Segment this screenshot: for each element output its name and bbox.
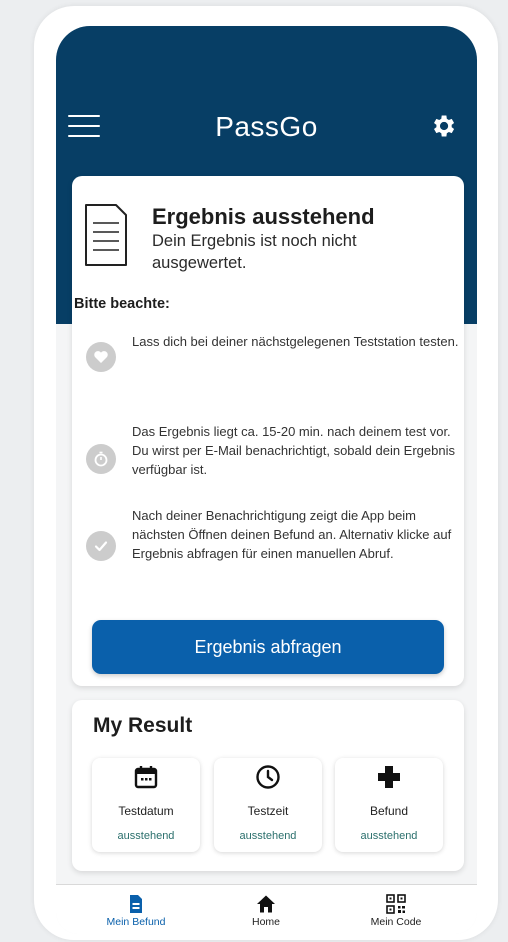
- finding-tile[interactable]: Befund ausstehend: [335, 758, 443, 852]
- stopwatch-icon: [86, 444, 116, 474]
- notice-heading: Bitte beachte:: [74, 296, 170, 312]
- nav-label: Home: [251, 916, 280, 928]
- home-icon: [257, 895, 275, 913]
- bottom-navigation: Mein Befund Home Mein Code: [56, 884, 477, 934]
- status-subtitle: Dein Ergebnis ist noch nicht ausgewertet…: [152, 232, 357, 272]
- checkmark-icon: [86, 531, 116, 561]
- status-title: Ergebnis ausstehend: [152, 204, 375, 229]
- nav-label: Mein Code: [370, 916, 422, 928]
- qr-code-icon: [386, 894, 406, 914]
- my-result-title: My Result: [93, 714, 193, 737]
- app-screen: PassGo Ergebnis ausstehend Dein Ergebnis…: [56, 26, 477, 934]
- calendar-icon: [134, 766, 158, 789]
- phone-frame: PassGo Ergebnis ausstehend Dein Ergebnis…: [34, 6, 498, 940]
- document-nav-icon: [130, 895, 142, 913]
- plus-cross-icon: [378, 766, 400, 788]
- gear-icon[interactable]: [429, 112, 457, 140]
- tile-label: Befund: [369, 804, 409, 818]
- tip-text: Das Ergebnis liegt ca. 15-20 min. nach d…: [132, 424, 455, 477]
- tile-label: Testzeit: [247, 804, 289, 818]
- nav-item-home[interactable]: Home: [211, 885, 321, 934]
- tile-label: Testdatum: [118, 804, 174, 818]
- tile-value: ausstehend: [117, 830, 175, 842]
- tile-value: ausstehend: [360, 830, 418, 842]
- tip-text: Lass dich bei deiner nächstgelegenen Tes…: [132, 334, 459, 349]
- my-result-card: My Result Testdatum ausstehend Testzeit …: [72, 700, 464, 871]
- nav-item-mein-befund[interactable]: Mein Befund: [81, 885, 191, 934]
- app-title: PassGo: [215, 111, 318, 142]
- nav-label: Mein Befund: [106, 916, 166, 928]
- tip-text: Nach deiner Benachrichtigung zeigt die A…: [132, 508, 452, 561]
- test-date-tile[interactable]: Testdatum ausstehend: [92, 758, 200, 852]
- query-result-button[interactable]: Ergebnis abfragen: [92, 620, 444, 674]
- heart-icon: [86, 342, 116, 372]
- tile-value: ausstehend: [239, 830, 297, 842]
- result-status-card: Ergebnis ausstehend Dein Ergebnis ist no…: [72, 176, 464, 686]
- document-icon: [85, 204, 127, 266]
- test-time-tile[interactable]: Testzeit ausstehend: [214, 758, 322, 852]
- clock-icon: [256, 765, 280, 789]
- nav-item-mein-code[interactable]: Mein Code: [341, 885, 451, 934]
